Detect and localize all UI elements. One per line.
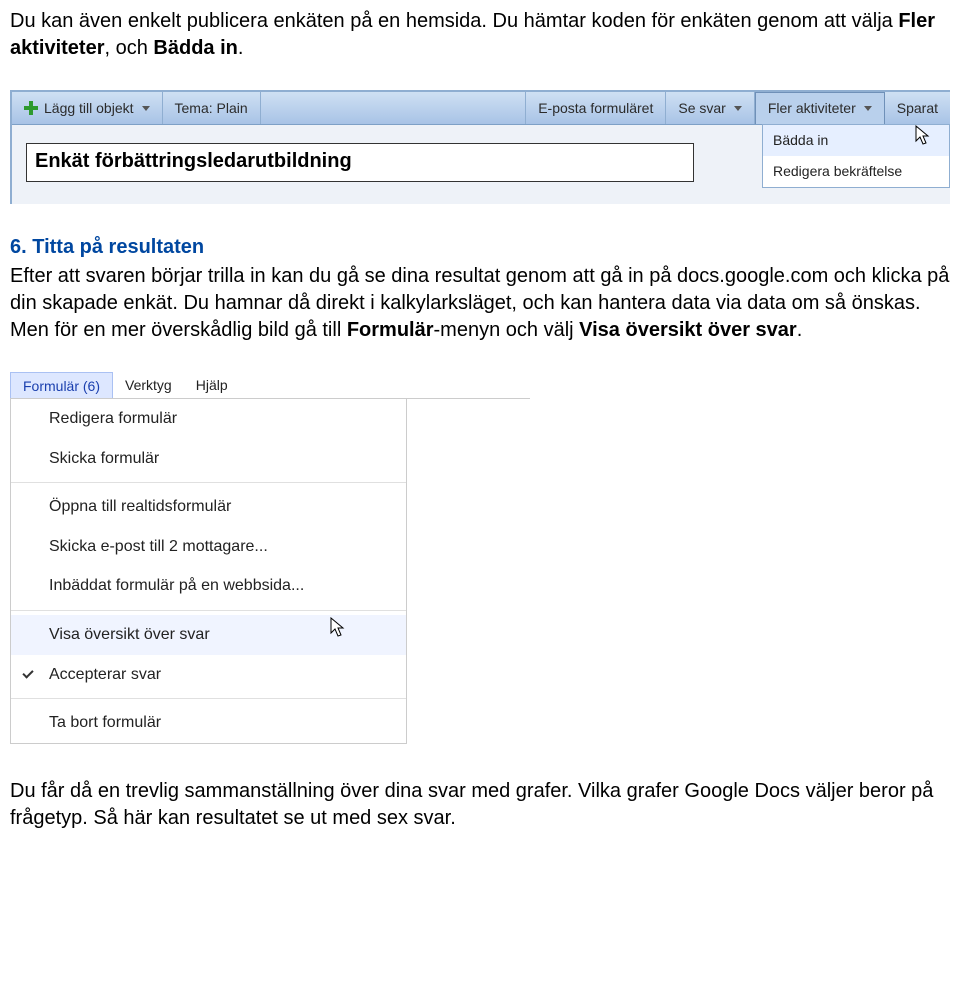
menu-item-oppna-label: Öppna till realtidsformulär (49, 498, 231, 515)
dropdown-item-embed[interactable]: Bädda in (763, 125, 949, 156)
menu-item-redigera[interactable]: Redigera formulär (11, 399, 406, 439)
dropdown-confirm-label: Redigera bekräftelse (773, 163, 902, 179)
menu-verktyg-label: Verktyg (125, 377, 172, 393)
cursor-icon (915, 125, 931, 147)
dropdown-item-confirm[interactable]: Redigera bekräftelse (763, 156, 949, 187)
intro-bold-b: Bädda in (153, 37, 237, 59)
check-icon (23, 665, 37, 679)
menu-item-accepterar-label: Accepterar svar (49, 666, 161, 683)
menu-item-inbaddat[interactable]: Inbäddat formulär på en webbsida... (11, 566, 406, 606)
menu-item-epost[interactable]: Skicka e-post till 2 mottagare... (11, 527, 406, 567)
menu-hjalp[interactable]: Hjälp (184, 372, 240, 398)
menu-separator (11, 698, 406, 699)
menu-item-tabort[interactable]: Ta bort formulär (11, 703, 406, 743)
saved-label: Sparat (897, 99, 938, 118)
menu-bar: Formulär (6) Verktyg Hjälp (10, 372, 530, 399)
menu-item-skicka-label: Skicka formulär (49, 450, 159, 467)
menu-separator (11, 610, 406, 611)
menu-item-visa-label: Visa översikt över svar (49, 626, 210, 643)
plus-icon (24, 101, 38, 115)
cursor-icon (330, 617, 346, 639)
section-6-body: Efter att svaren börjar trilla in kan du… (10, 263, 950, 344)
add-object-button[interactable]: Lägg till objekt (12, 92, 163, 124)
menu-item-oppna[interactable]: Öppna till realtidsformulär (11, 487, 406, 527)
add-object-label: Lägg till objekt (44, 99, 134, 118)
chevron-down-icon (734, 106, 742, 111)
toolbar-spacer (261, 92, 527, 124)
menu-formular[interactable]: Formulär (6) (10, 372, 113, 398)
section-6-bold-b: Visa översikt över svar (579, 319, 797, 341)
menu-item-skicka[interactable]: Skicka formulär (11, 439, 406, 479)
intro-text-a: Du kan även enkelt publicera enkäten på … (10, 10, 898, 32)
dropdown-embed-label: Bädda in (773, 132, 828, 148)
section-6-heading: 6. Titta på resultaten (10, 234, 950, 261)
theme-button[interactable]: Tema: Plain (163, 92, 261, 124)
formular-dropdown: Redigera formulär Skicka formulär Öppna … (10, 399, 407, 744)
section-6-bold-a: Formulär (347, 319, 434, 341)
menu-item-accepterar[interactable]: Accepterar svar (11, 655, 406, 695)
menu-verktyg[interactable]: Verktyg (113, 372, 184, 398)
form-title-text: Enkät förbättringsledarutbildning (35, 150, 352, 172)
chevron-down-icon (142, 106, 150, 111)
outro-text: Du får då en trevlig sammanställning öve… (10, 780, 933, 829)
menu-separator (11, 482, 406, 483)
screenshot-menu: Formulär (6) Verktyg Hjälp Redigera form… (10, 372, 530, 744)
form-toolbar: Lägg till objekt Tema: Plain E-posta for… (12, 92, 950, 125)
intro-paragraph: Du kan även enkelt publicera enkäten på … (10, 8, 950, 62)
menu-formular-label: Formulär (6) (23, 378, 100, 394)
menu-item-redigera-label: Redigera formulär (49, 410, 177, 427)
section-6-text-b: -menyn och välj (434, 319, 580, 341)
menu-hjalp-label: Hjälp (196, 377, 228, 393)
theme-label: Tema: Plain (175, 99, 248, 118)
section-6-text-c: . (797, 319, 803, 341)
section-6: 6. Titta på resultaten Efter att svaren … (10, 234, 950, 344)
more-activities-button[interactable]: Fler aktiviteter (755, 92, 885, 124)
menu-item-epost-label: Skicka e-post till 2 mottagare... (49, 538, 268, 555)
email-form-button[interactable]: E-posta formuläret (526, 92, 666, 124)
intro-text-b: , och (105, 37, 154, 59)
more-activities-label: Fler aktiviteter (768, 99, 856, 118)
email-form-label: E-posta formuläret (538, 99, 653, 118)
menu-item-visa[interactable]: Visa översikt över svar (11, 615, 406, 655)
menu-item-inbaddat-label: Inbäddat formulär på en webbsida... (49, 577, 304, 594)
saved-status: Sparat (885, 92, 950, 124)
see-responses-button[interactable]: Se svar (666, 92, 754, 124)
chevron-down-icon (864, 106, 872, 111)
form-title-input[interactable]: Enkät förbättringsledarutbildning (26, 143, 694, 182)
more-activities-dropdown: Bädda in Redigera bekräftelse (762, 124, 950, 188)
screenshot-toolbar: Lägg till objekt Tema: Plain E-posta for… (10, 90, 950, 204)
see-responses-label: Se svar (678, 99, 725, 118)
outro-paragraph: Du får då en trevlig sammanställning öve… (10, 778, 950, 832)
menu-item-tabort-label: Ta bort formulär (49, 714, 161, 731)
intro-text-c: . (238, 37, 244, 59)
